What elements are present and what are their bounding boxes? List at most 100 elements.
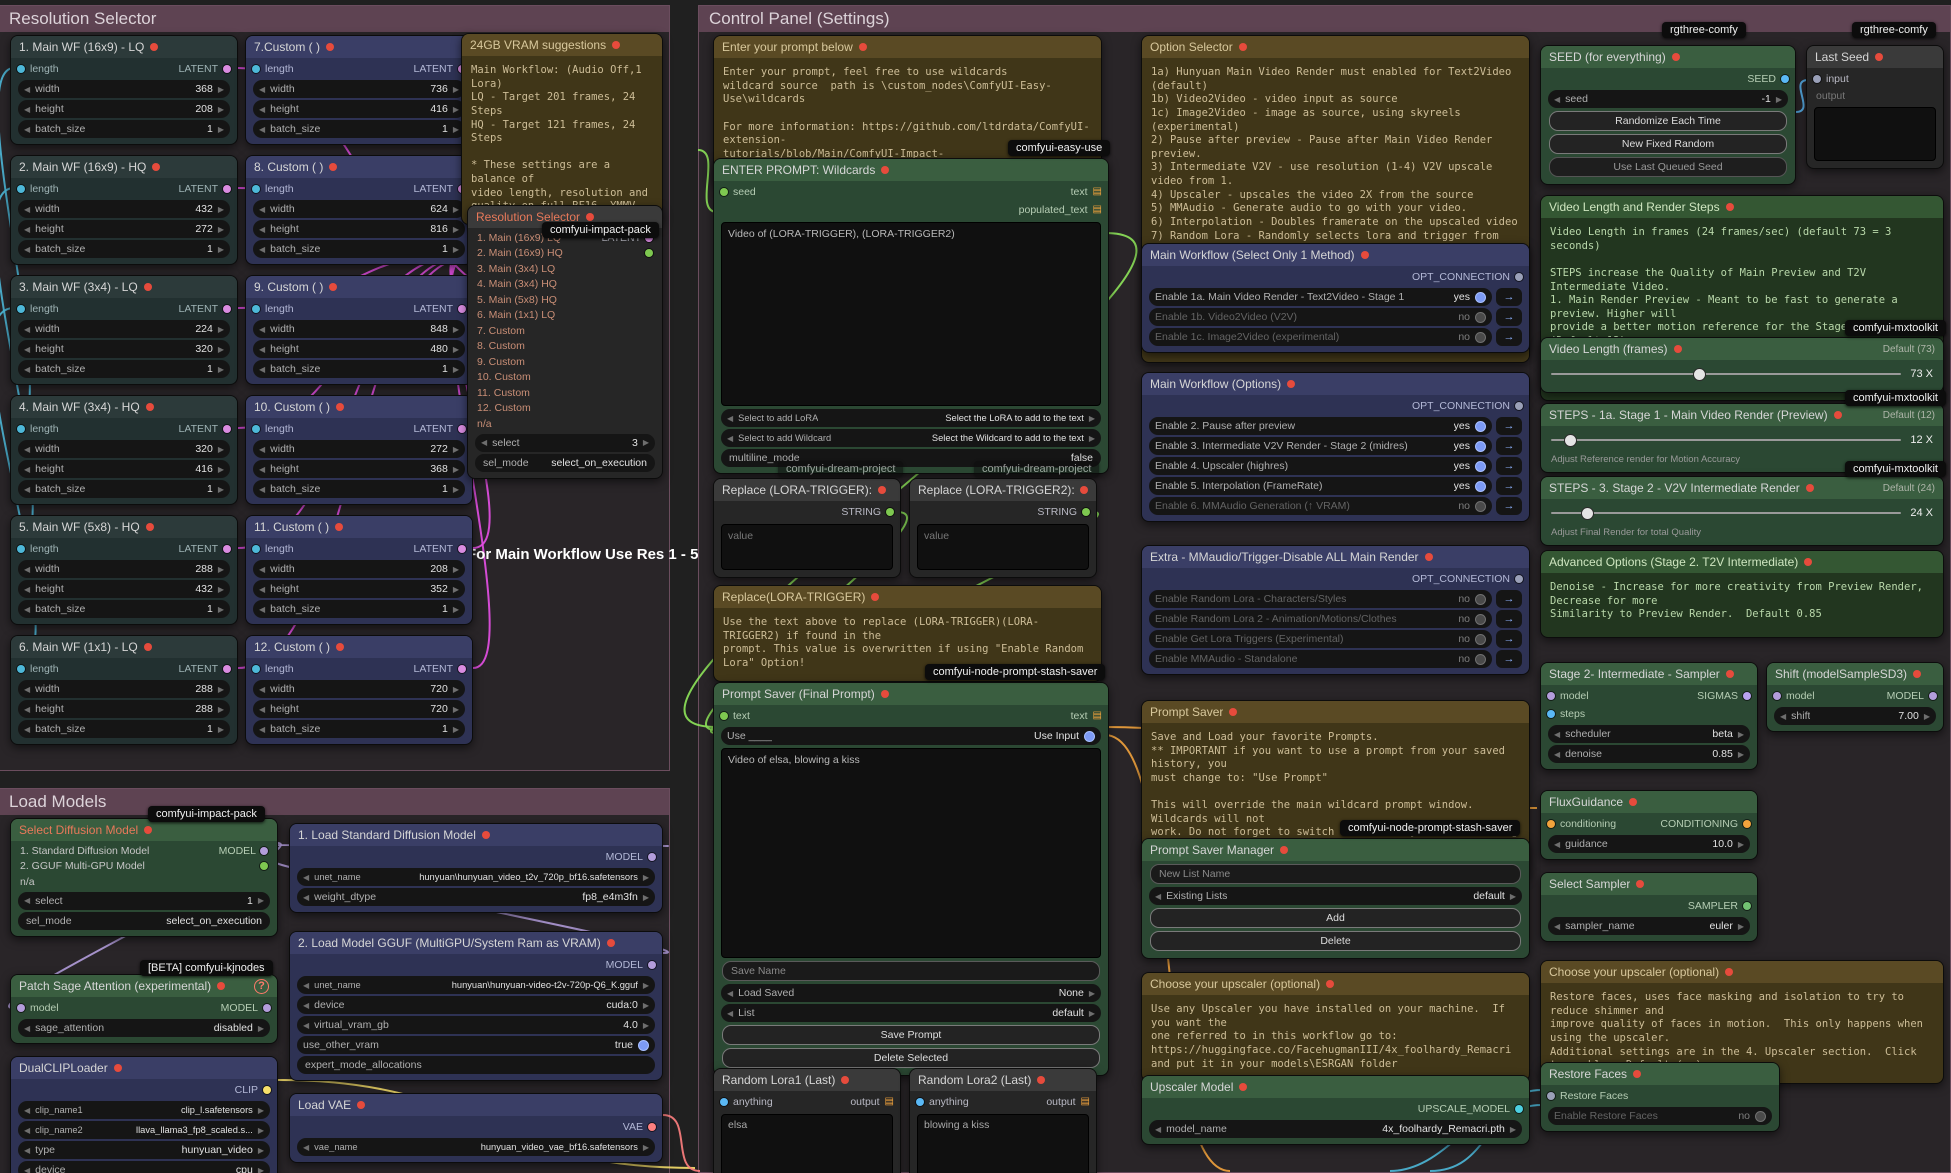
slider-handle[interactable] [1564, 434, 1577, 447]
input-dot-length[interactable] [17, 185, 25, 193]
arrow-right-icon[interactable]: ▶ [1089, 414, 1095, 423]
widget-select-to-add-lora[interactable]: ◀Select to add LoRASelect the LoRA to ad… [721, 409, 1101, 427]
field-sel-mode[interactable]: sel_modeselect_on_execution [475, 454, 655, 472]
node-titlebar[interactable]: 2. Load Model GGUF (MultiGPU/System Ram … [290, 932, 662, 954]
node-titlebar[interactable]: 6. Main WF (1x1) - LQ [11, 636, 237, 658]
widget-width[interactable]: ◀width720▶ [253, 680, 465, 698]
input-dot-anything[interactable] [720, 1098, 728, 1106]
node-titlebar[interactable]: Extra - MMaudio/Trigger-Disable ALL Main… [1142, 546, 1529, 568]
arrow-left-icon[interactable]: ◀ [259, 105, 265, 114]
arrow-right-icon[interactable]: ▶ [1738, 922, 1744, 931]
widget-height[interactable]: ◀height432▶ [18, 580, 230, 598]
toggle-state-dot[interactable] [1475, 594, 1486, 605]
arrow-left-icon[interactable]: ◀ [24, 485, 30, 494]
output-dot-model[interactable] [648, 853, 656, 861]
arrow-right-icon[interactable]: ▶ [453, 465, 459, 474]
node-titlebar[interactable]: 9. Custom ( ) [246, 276, 472, 298]
toggle-state-dot[interactable] [1475, 332, 1486, 343]
arrow-right-icon[interactable]: ▶ [453, 85, 459, 94]
arrow-right-icon[interactable]: ▶ [453, 225, 459, 234]
node-titlebar[interactable]: Replace(LORA-TRIGGER) [714, 586, 1101, 608]
widget-width[interactable]: ◀width288▶ [18, 680, 230, 698]
arrow-right-icon[interactable]: ▶ [643, 981, 649, 990]
toggle-enable-1a-main-video-render-text2video-stage-1[interactable]: Enable 1a. Main Video Render - Text2Vide… [1149, 288, 1492, 306]
input-save-name[interactable]: Save Name [722, 961, 1100, 981]
jump-to-group-button[interactable]: → [1496, 308, 1522, 326]
slider-track[interactable] [1551, 512, 1901, 514]
output-dot-string[interactable] [886, 508, 894, 516]
arrow-right-icon[interactable]: ▶ [453, 105, 459, 114]
widget-existing-lists[interactable]: ◀Existing Listsdefault▶ [1149, 887, 1522, 905]
arrow-left-icon[interactable]: ◀ [259, 245, 265, 254]
arrow-right-icon[interactable]: ▶ [218, 725, 224, 734]
arrow-right-icon[interactable]: ▶ [258, 1146, 264, 1155]
option-port-dot[interactable] [260, 847, 268, 855]
arrow-left-icon[interactable]: ◀ [24, 125, 30, 134]
output-dot-opt-connection[interactable] [1515, 575, 1523, 583]
output-dot-model[interactable] [263, 1004, 271, 1012]
arrow-right-icon[interactable]: ▶ [218, 685, 224, 694]
toggle-state-dot[interactable] [1475, 654, 1486, 665]
arrow-right-icon[interactable]: ▶ [1738, 730, 1744, 739]
arrow-left-icon[interactable]: ◀ [727, 434, 733, 443]
arrow-left-icon[interactable]: ◀ [259, 325, 265, 334]
arrow-right-icon[interactable]: ▶ [1924, 712, 1930, 721]
widget-unet-name[interactable]: ◀unet_namehunyuan\hunyuan-video-t2v-720p… [297, 976, 655, 994]
node-titlebar[interactable]: 7.Custom ( ) [246, 36, 472, 58]
arrow-left-icon[interactable]: ◀ [259, 705, 265, 714]
arrow-left-icon[interactable]: ◀ [1780, 712, 1786, 721]
widget-weight-dtype[interactable]: ◀weight_dtypefp8_e4m3fn▶ [297, 888, 655, 906]
arrow-left-icon[interactable]: ◀ [24, 245, 30, 254]
arrow-left-icon[interactable]: ◀ [1554, 840, 1560, 849]
textarea-field[interactable]: Video of (LORA-TRIGGER), (LORA-TRIGGER2) [721, 222, 1101, 406]
arrow-left-icon[interactable]: ◀ [24, 565, 30, 574]
textarea-field[interactable]: value [917, 524, 1089, 570]
arrow-left-icon[interactable]: ◀ [24, 325, 30, 334]
node-titlebar[interactable]: Main Workflow (Select Only 1 Method) [1142, 244, 1529, 266]
arrow-right-icon[interactable]: ▶ [258, 896, 264, 905]
arrow-right-icon[interactable]: ▶ [218, 565, 224, 574]
arrow-right-icon[interactable]: ▶ [218, 465, 224, 474]
arrow-left-icon[interactable]: ◀ [481, 438, 487, 447]
arrow-right-icon[interactable]: ▶ [643, 1001, 649, 1010]
arrow-left-icon[interactable]: ◀ [24, 1146, 30, 1155]
widget-batch-size[interactable]: ◀batch_size1▶ [18, 360, 230, 378]
node-titlebar[interactable]: 24GB VRAM suggestions [462, 34, 662, 56]
node-titlebar[interactable]: 12. Custom ( ) [246, 636, 472, 658]
arrow-left-icon[interactable]: ◀ [259, 365, 265, 374]
field-expert-mode-allocations[interactable]: expert_mode_allocations [297, 1056, 655, 1074]
node-titlebar[interactable]: 2. Main WF (16x9) - HQ [11, 156, 237, 178]
node-titlebar[interactable]: Advanced Options (Stage 2. T2V Intermedi… [1541, 551, 1943, 573]
arrow-right-icon[interactable]: ▶ [643, 1143, 649, 1152]
widget-width[interactable]: ◀width224▶ [18, 320, 230, 338]
node-titlebar[interactable]: FluxGuidance [1541, 791, 1757, 813]
toggle-state-dot[interactable] [1475, 312, 1486, 323]
arrow-right-icon[interactable]: ▶ [643, 438, 649, 447]
arrow-right-icon[interactable]: ▶ [218, 105, 224, 114]
toggle-state-dot[interactable] [1475, 292, 1486, 303]
comfyui-node-graph-canvas[interactable]: Resolution SelectorControl Panel (Settin… [0, 0, 1951, 1173]
arrow-left-icon[interactable]: ◀ [1554, 750, 1560, 759]
node-titlebar[interactable]: Replace (LORA-TRIGGER): [714, 479, 900, 501]
widget-height[interactable]: ◀height352▶ [253, 580, 465, 598]
toggle-state-dot[interactable] [1475, 501, 1486, 512]
arrow-left-icon[interactable]: ◀ [303, 1001, 309, 1010]
arrow-left-icon[interactable]: ◀ [259, 205, 265, 214]
toggle-use[interactable]: Use ____Use Input [721, 727, 1101, 745]
input-dot-length[interactable] [252, 305, 260, 313]
jump-to-group-button[interactable]: → [1496, 437, 1522, 455]
arrow-left-icon[interactable]: ◀ [303, 873, 309, 882]
toggle-use-other-vram[interactable]: use_other_vramtrue [297, 1036, 655, 1054]
widget-height[interactable]: ◀height320▶ [18, 340, 230, 358]
widget-batch-size[interactable]: ◀batch_size1▶ [253, 120, 465, 138]
node-titlebar[interactable]: STEPS - 1a. Stage 1 - Main Video Render … [1541, 404, 1943, 426]
arrow-left-icon[interactable]: ◀ [1155, 892, 1161, 901]
button-add[interactable]: Add [1150, 908, 1521, 928]
node-titlebar[interactable]: 11. Custom ( ) [246, 516, 472, 538]
arrow-left-icon[interactable]: ◀ [1155, 1125, 1161, 1134]
output-dot-sigmas[interactable] [1743, 692, 1751, 700]
output-dot-latent[interactable] [223, 665, 231, 673]
input-dot-model[interactable] [1773, 692, 1781, 700]
output-dot-model[interactable] [1929, 692, 1937, 700]
input-dot-length[interactable] [252, 665, 260, 673]
